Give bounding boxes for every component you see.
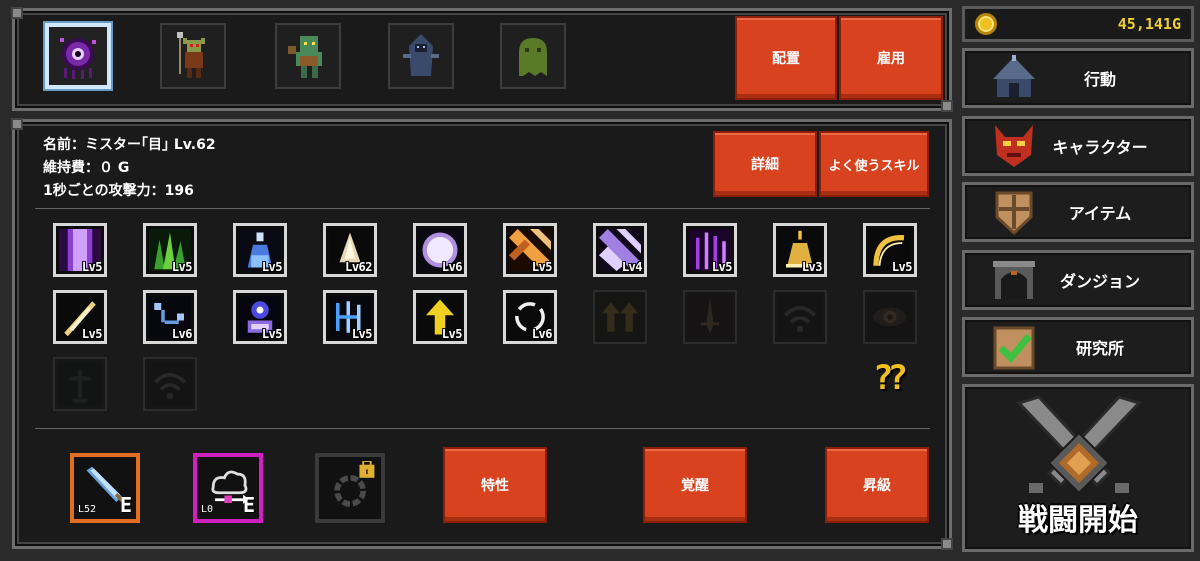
menu-label: 行動: [1083, 70, 1116, 89]
equipment-level-label: L0: [201, 504, 214, 515]
skill-potion-icon[interactable]: Lv5: [233, 223, 287, 277]
skill-blue-rune-icon[interactable]: Lv5: [323, 290, 377, 344]
equipment-slot-dark-ring-locked[interactable]: [315, 453, 385, 523]
skill-double-arrow-icon[interactable]: [593, 290, 647, 344]
skill-level-label: Lv5: [891, 260, 913, 274]
start-battle-button[interactable]: 戦闘開始: [962, 384, 1194, 552]
menu-button-demon-mask[interactable]: キャラクター: [962, 116, 1194, 176]
orc-brute-sprite: [286, 32, 330, 80]
skill-level-label: Lv5: [351, 327, 373, 341]
menu-label: キャラクター: [1052, 138, 1148, 157]
skill-sword-aura-icon[interactable]: [683, 290, 737, 344]
tent-icon: [989, 53, 1039, 103]
attack-per-second-line: 1秒ごとの攻撃力：196: [43, 183, 194, 199]
signal-waves-art: [778, 295, 822, 339]
skill-level-label: Lv5: [531, 260, 553, 274]
trait-button[interactable]: 特性: [443, 447, 547, 523]
skill-eye-icon[interactable]: [863, 290, 917, 344]
frequent-skills-button[interactable]: よく使うスキル: [819, 131, 929, 197]
skill-level-label: Lv5: [261, 327, 283, 341]
double-arrow-art: [598, 295, 642, 339]
signal-waves-art: [148, 362, 192, 406]
skill-orange-slash-icon[interactable]: Lv5: [503, 223, 557, 277]
gold-coin-icon: [975, 13, 997, 35]
demon-mask-icon: [989, 121, 1039, 171]
skill-level-label: Lv5: [261, 260, 283, 274]
hire-button[interactable]: 雇用: [839, 16, 943, 100]
skill-feather-icon[interactable]: Lv5: [53, 290, 107, 344]
skill-purple-rays-icon[interactable]: Lv5: [683, 223, 737, 277]
gate-icon: [989, 255, 1039, 305]
awaken-button[interactable]: 覚醒: [643, 447, 747, 523]
gold-amount: 45,141G: [1117, 15, 1181, 33]
equipped-mark: E: [242, 493, 255, 517]
menu-label: アイテム: [1068, 204, 1132, 223]
hooded-wraith-sprite: [399, 32, 443, 80]
skill-level-label: Lv5: [711, 260, 733, 274]
skill-level-label: Lv6: [531, 327, 553, 341]
character-bar: 配置 雇用: [11, 7, 953, 112]
skill-dark-tree-icon[interactable]: [53, 357, 107, 411]
skill-purple-slash-icon[interactable]: Lv4: [593, 223, 647, 277]
character-slot-green-slime[interactable]: [500, 23, 566, 89]
skill-level-label: Lv5: [81, 327, 103, 341]
dark-tree-art: [58, 362, 102, 406]
character-slot-orc-brute[interactable]: [275, 23, 341, 89]
character-slot-goblin-spearman[interactable]: [160, 23, 226, 89]
skill-white-ring-icon[interactable]: Lv6: [503, 290, 557, 344]
sword-aura-art: [688, 295, 732, 339]
skill-level-label: Lv62: [345, 260, 372, 274]
equipped-mark: E: [119, 493, 132, 517]
skill-blue-eye-figure-icon[interactable]: Lv5: [233, 290, 287, 344]
skill-level-label: Lv4: [621, 260, 643, 274]
menu-label: 研究所: [1075, 339, 1124, 358]
skill-level-label: Lv6: [441, 260, 463, 274]
skill-blue-chain-icon[interactable]: Lv6: [143, 290, 197, 344]
menu-button-gate[interactable]: ダンジョン: [962, 250, 1194, 310]
skill-green-grass-icon[interactable]: Lv5: [143, 223, 197, 277]
skill-golden-bell-icon[interactable]: Lv3: [773, 223, 827, 277]
equipment-slot-blue-sword[interactable]: L52 E: [70, 453, 140, 523]
equipment-level-label: L52: [78, 504, 97, 515]
menu-button-checklist[interactable]: 研究所: [962, 317, 1194, 377]
checklist-icon: [989, 322, 1039, 372]
divider-top: [35, 208, 930, 209]
question-mark-icon[interactable]: ??: [873, 358, 908, 398]
gold-display: 45,141G: [962, 6, 1194, 42]
goblin-spearman-sprite: [171, 32, 215, 80]
skill-yellow-arrow-icon[interactable]: Lv5: [413, 290, 467, 344]
skill-fang-icon[interactable]: Lv62: [323, 223, 377, 277]
place-button[interactable]: 配置: [735, 16, 837, 100]
menu-button-tent[interactable]: 行動: [962, 48, 1194, 108]
skill-level-label: Lv3: [801, 260, 823, 274]
shield-icon: [989, 187, 1039, 237]
eye-art: [868, 295, 912, 339]
start-battle-label: 戦闘開始: [1018, 503, 1138, 538]
skill-level-label: Lv5: [441, 327, 463, 341]
skill-level-label: Lv6: [171, 327, 193, 341]
skill-golden-arc-icon[interactable]: Lv5: [863, 223, 917, 277]
menu-button-shield[interactable]: アイテム: [962, 182, 1194, 242]
promote-button[interactable]: 昇級: [825, 447, 929, 523]
character-slot-mister-eye[interactable]: [45, 23, 111, 89]
menu-label: ダンジョン: [1059, 272, 1140, 291]
mister-eye-sprite: [56, 32, 100, 80]
detail-button[interactable]: 詳細: [713, 131, 817, 197]
skill-white-orb-icon[interactable]: Lv6: [413, 223, 467, 277]
upkeep-line: 維持費：０ G: [43, 160, 130, 176]
skill-purple-beam-icon[interactable]: Lv5: [53, 223, 107, 277]
green-slime-sprite: [511, 32, 555, 80]
divider-bottom: [35, 428, 930, 429]
character-slot-hooded-wraith[interactable]: [388, 23, 454, 89]
character-name-line: 名前：ミスター｢目｣ Lv.62: [43, 137, 216, 153]
character-info-panel: 名前：ミスター｢目｣ Lv.62 維持費：０ G 1秒ごとの攻撃力：196 詳細…: [11, 118, 953, 550]
skill-level-label: Lv5: [171, 260, 193, 274]
skill-level-label: Lv5: [81, 260, 103, 274]
equipment-slot-cloud-arrow[interactable]: L0 E: [193, 453, 263, 523]
skill-signal-waves-icon[interactable]: [773, 290, 827, 344]
skill-signal-waves-icon[interactable]: [143, 357, 197, 411]
